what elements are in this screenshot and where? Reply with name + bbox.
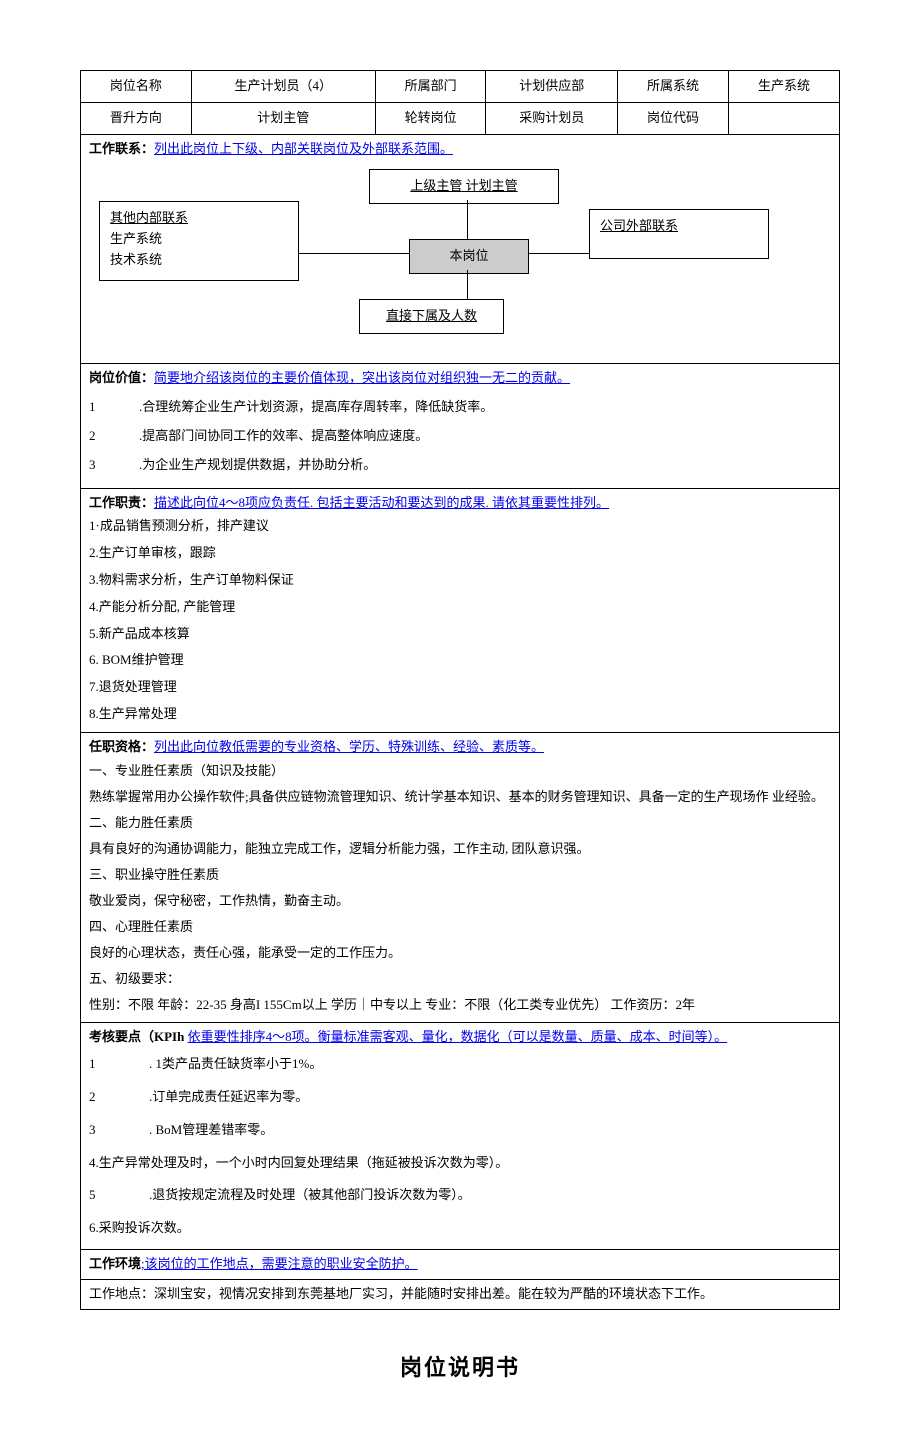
- qual-h2: 二、能力胜任素质: [89, 810, 831, 836]
- qualifications-section: 任职资格：列出此向位教低需要的专业资格、学历、特殊训练、经验、素质等。 一、专业…: [81, 732, 840, 1023]
- env-label: 工作环境: [89, 1256, 141, 1271]
- kpi-hint: 依重要性排序4～8项。衡量标准需客观、量化，数据化（可以是数量、质量、成本、时间…: [188, 1029, 728, 1044]
- qual-p1: 熟练掌握常用办公操作软件;具备供应链物流管理知识、统计学基本知识、基本的财务管理…: [89, 784, 831, 810]
- duty-item: 1·成品销售预测分析，排产建议: [89, 513, 831, 540]
- value-label: 岗位价值：: [89, 370, 154, 385]
- diagram-line-h2: [529, 253, 589, 254]
- value-hint: 简要地介绍该岗位的主要价值体现，突出该岗位对组织独一无二的贡献。: [154, 370, 570, 385]
- duties-section: 工作职责：描述此向位4～8项应负责任. 包括主要活动和要达到的成果. 请依其重要…: [81, 488, 840, 732]
- qual-h5: 五、初级要求：: [89, 966, 831, 992]
- contact-hint: 列出此岗位上下级、内部关联岗位及外部联系范围。: [154, 141, 453, 156]
- environment-content: 工作地点：深圳宝安，视情况安排到东莞基地厂实习，并能随时安排出差。能在较为严酷的…: [81, 1279, 840, 1309]
- contact-label: 工作联系：: [89, 141, 154, 156]
- diagram-line-v1: [467, 200, 468, 239]
- duties-label: 工作职责：: [89, 495, 154, 510]
- diagram-line-v2: [467, 270, 468, 299]
- page-title: 岗位说明书: [80, 1350, 840, 1385]
- duty-item: 8.生产异常处理: [89, 701, 831, 728]
- diagram-bottom-box: 直接下属及人数: [359, 299, 504, 334]
- header-row-2: 晋升方向 计划主管 轮转岗位 采购计划员 岗位代码: [81, 102, 840, 134]
- qual-h4: 四、心理胜任素质: [89, 914, 831, 940]
- job-description-table: 岗位名称 生产计划员（4） 所属部门 计划供应部 所属系统 生产系统 晋升方向 …: [80, 70, 840, 1310]
- diagram-top-box: 上级主管 计划主管: [369, 169, 559, 204]
- environment-header: 工作环境;该岗位的工作地点，需要注意的职业安全防护。: [81, 1250, 840, 1280]
- diagram-left-line2: 技术系统: [110, 250, 288, 271]
- cell-code-value: [728, 102, 839, 134]
- cell-department-label: 所属部门: [375, 71, 486, 103]
- duty-item: 2.生产订单审核，跟踪: [89, 540, 831, 567]
- cell-code-label: 岗位代码: [618, 102, 729, 134]
- duty-item: 4.产能分析分配, 产能管理: [89, 594, 831, 621]
- cell-rotation-value: 采购计划员: [486, 102, 618, 134]
- diagram-right-box: 公司外部联系: [589, 209, 769, 259]
- kpi-label: 考核要点（KPIh: [89, 1029, 188, 1044]
- qual-h3: 三、职业操守胜任素质: [89, 862, 831, 888]
- qual-h1: 一、专业胜任素质（知识及技能）: [89, 758, 831, 784]
- value-section: 岗位价值：简要地介绍该岗位的主要价值体现，突出该岗位对组织独一无二的贡献。 1.…: [81, 364, 840, 488]
- cell-rotation-label: 轮转岗位: [375, 102, 486, 134]
- cell-system-value: 生产系统: [728, 71, 839, 103]
- kpi-list: 1. 1类产品责任缺货率小于1%。 2.订单完成责任延迟率为零。 3. BoM管…: [89, 1048, 831, 1245]
- cell-position-value: 生产计划员（4）: [191, 71, 375, 103]
- duty-item: 3.物料需求分析，生产订单物料保证: [89, 567, 831, 594]
- qual-label: 任职资格：: [89, 739, 154, 754]
- diagram-line-h1: [299, 253, 409, 254]
- duty-item: 6. BOM维护管理: [89, 647, 831, 674]
- cell-promotion-label: 晋升方向: [81, 102, 192, 134]
- qual-p2: 具有良好的沟通协调能力，能独立完成工作，逻辑分析能力强，工作主动, 团队意识强。: [89, 836, 831, 862]
- cell-promotion-value: 计划主管: [191, 102, 375, 134]
- diagram-left-box: 其他内部联系 生产系统 技术系统: [99, 201, 299, 281]
- qual-list: 一、专业胜任素质（知识及技能） 熟练掌握常用办公操作软件;具备供应链物流管理知识…: [89, 758, 831, 1019]
- duties-list: 1·成品销售预测分析，排产建议 2.生产订单审核，跟踪 3.物料需求分析，生产订…: [89, 513, 831, 727]
- kpi-section: 考核要点（KPIh 依重要性排序4～8项。衡量标准需客观、量化，数据化（可以是数…: [81, 1023, 840, 1250]
- diagram-center-box: 本岗位: [409, 239, 529, 274]
- diagram-left-title: 其他内部联系: [110, 208, 288, 229]
- qual-p4: 良好的心理状态，责任心强，能承受一定的工作压力。: [89, 940, 831, 966]
- qual-hint: 列出此向位教低需要的专业资格、学历、特殊训练、经验、素质等。: [154, 739, 544, 754]
- qual-p5: 性别：不限 年龄：22-35 身高I 155Cm以上 学历｜中专以上 专业：不限…: [89, 992, 831, 1018]
- duty-item: 7.退货处理管理: [89, 674, 831, 701]
- diagram-left-line1: 生产系统: [110, 229, 288, 250]
- header-row-1: 岗位名称 生产计划员（4） 所属部门 计划供应部 所属系统 生产系统: [81, 71, 840, 103]
- value-list: 1.合理统筹企业生产计划资源，提高库存周转率，降低缺货率。 2.提高部门间协同工…: [89, 389, 831, 483]
- env-hint: ;该岗位的工作地点，需要注意的职业安全防护。: [141, 1256, 418, 1271]
- contact-section: 工作联系：列出此岗位上下级、内部关联岗位及外部联系范围。 上级主管 计划主管 本…: [81, 134, 840, 364]
- qual-p3: 敬业爱岗，保守秘密，工作热情，勤奋主动。: [89, 888, 831, 914]
- duty-item: 5.新产品成本核算: [89, 621, 831, 648]
- duties-hint: 描述此向位4～8项应负责任. 包括主要活动和要达到的成果. 请依其重要性排列。: [154, 495, 609, 510]
- cell-department-value: 计划供应部: [486, 71, 618, 103]
- contact-diagram: 上级主管 计划主管 本岗位 其他内部联系 生产系统 技术系统 公司外部联系 直接…: [89, 159, 831, 359]
- cell-system-label: 所属系统: [618, 71, 729, 103]
- cell-position-label: 岗位名称: [81, 71, 192, 103]
